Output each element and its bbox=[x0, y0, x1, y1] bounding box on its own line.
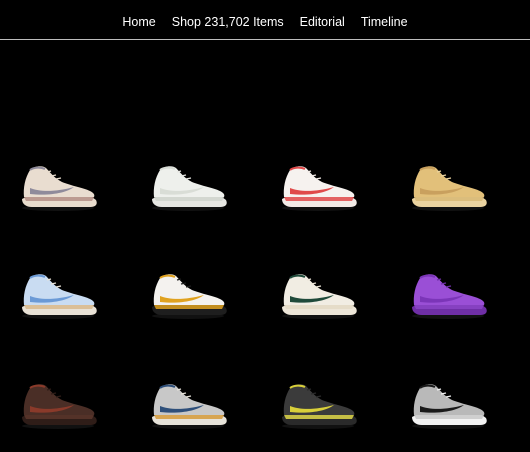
product-grid bbox=[0, 0, 530, 452]
product-card-sneaker-4[interactable] bbox=[406, 158, 490, 214]
sneaker-image bbox=[22, 384, 97, 429]
sneaker-image bbox=[152, 166, 227, 211]
sneaker-image bbox=[22, 166, 97, 211]
product-card-sneaker-10[interactable] bbox=[146, 376, 230, 432]
product-card-sneaker-6[interactable] bbox=[146, 266, 230, 322]
sneaker-image bbox=[412, 166, 487, 211]
product-card-sneaker-11[interactable] bbox=[276, 376, 360, 432]
sneaker-image bbox=[22, 274, 97, 319]
product-card-sneaker-5[interactable] bbox=[16, 266, 100, 322]
product-card-sneaker-3[interactable] bbox=[276, 158, 360, 214]
sneaker-image bbox=[282, 274, 357, 319]
product-card-sneaker-8[interactable] bbox=[406, 266, 490, 322]
sneaker-image bbox=[412, 274, 487, 319]
sneaker-image bbox=[152, 274, 227, 319]
product-card-sneaker-2[interactable] bbox=[146, 158, 230, 214]
sneaker-image bbox=[152, 384, 227, 429]
sneaker-image bbox=[282, 166, 357, 211]
product-card-sneaker-1[interactable] bbox=[16, 158, 100, 214]
sneaker-image bbox=[282, 384, 357, 429]
product-card-sneaker-9[interactable] bbox=[16, 376, 100, 432]
sneaker-image bbox=[412, 384, 487, 429]
product-card-sneaker-7[interactable] bbox=[276, 266, 360, 322]
product-card-sneaker-12[interactable] bbox=[406, 376, 490, 432]
